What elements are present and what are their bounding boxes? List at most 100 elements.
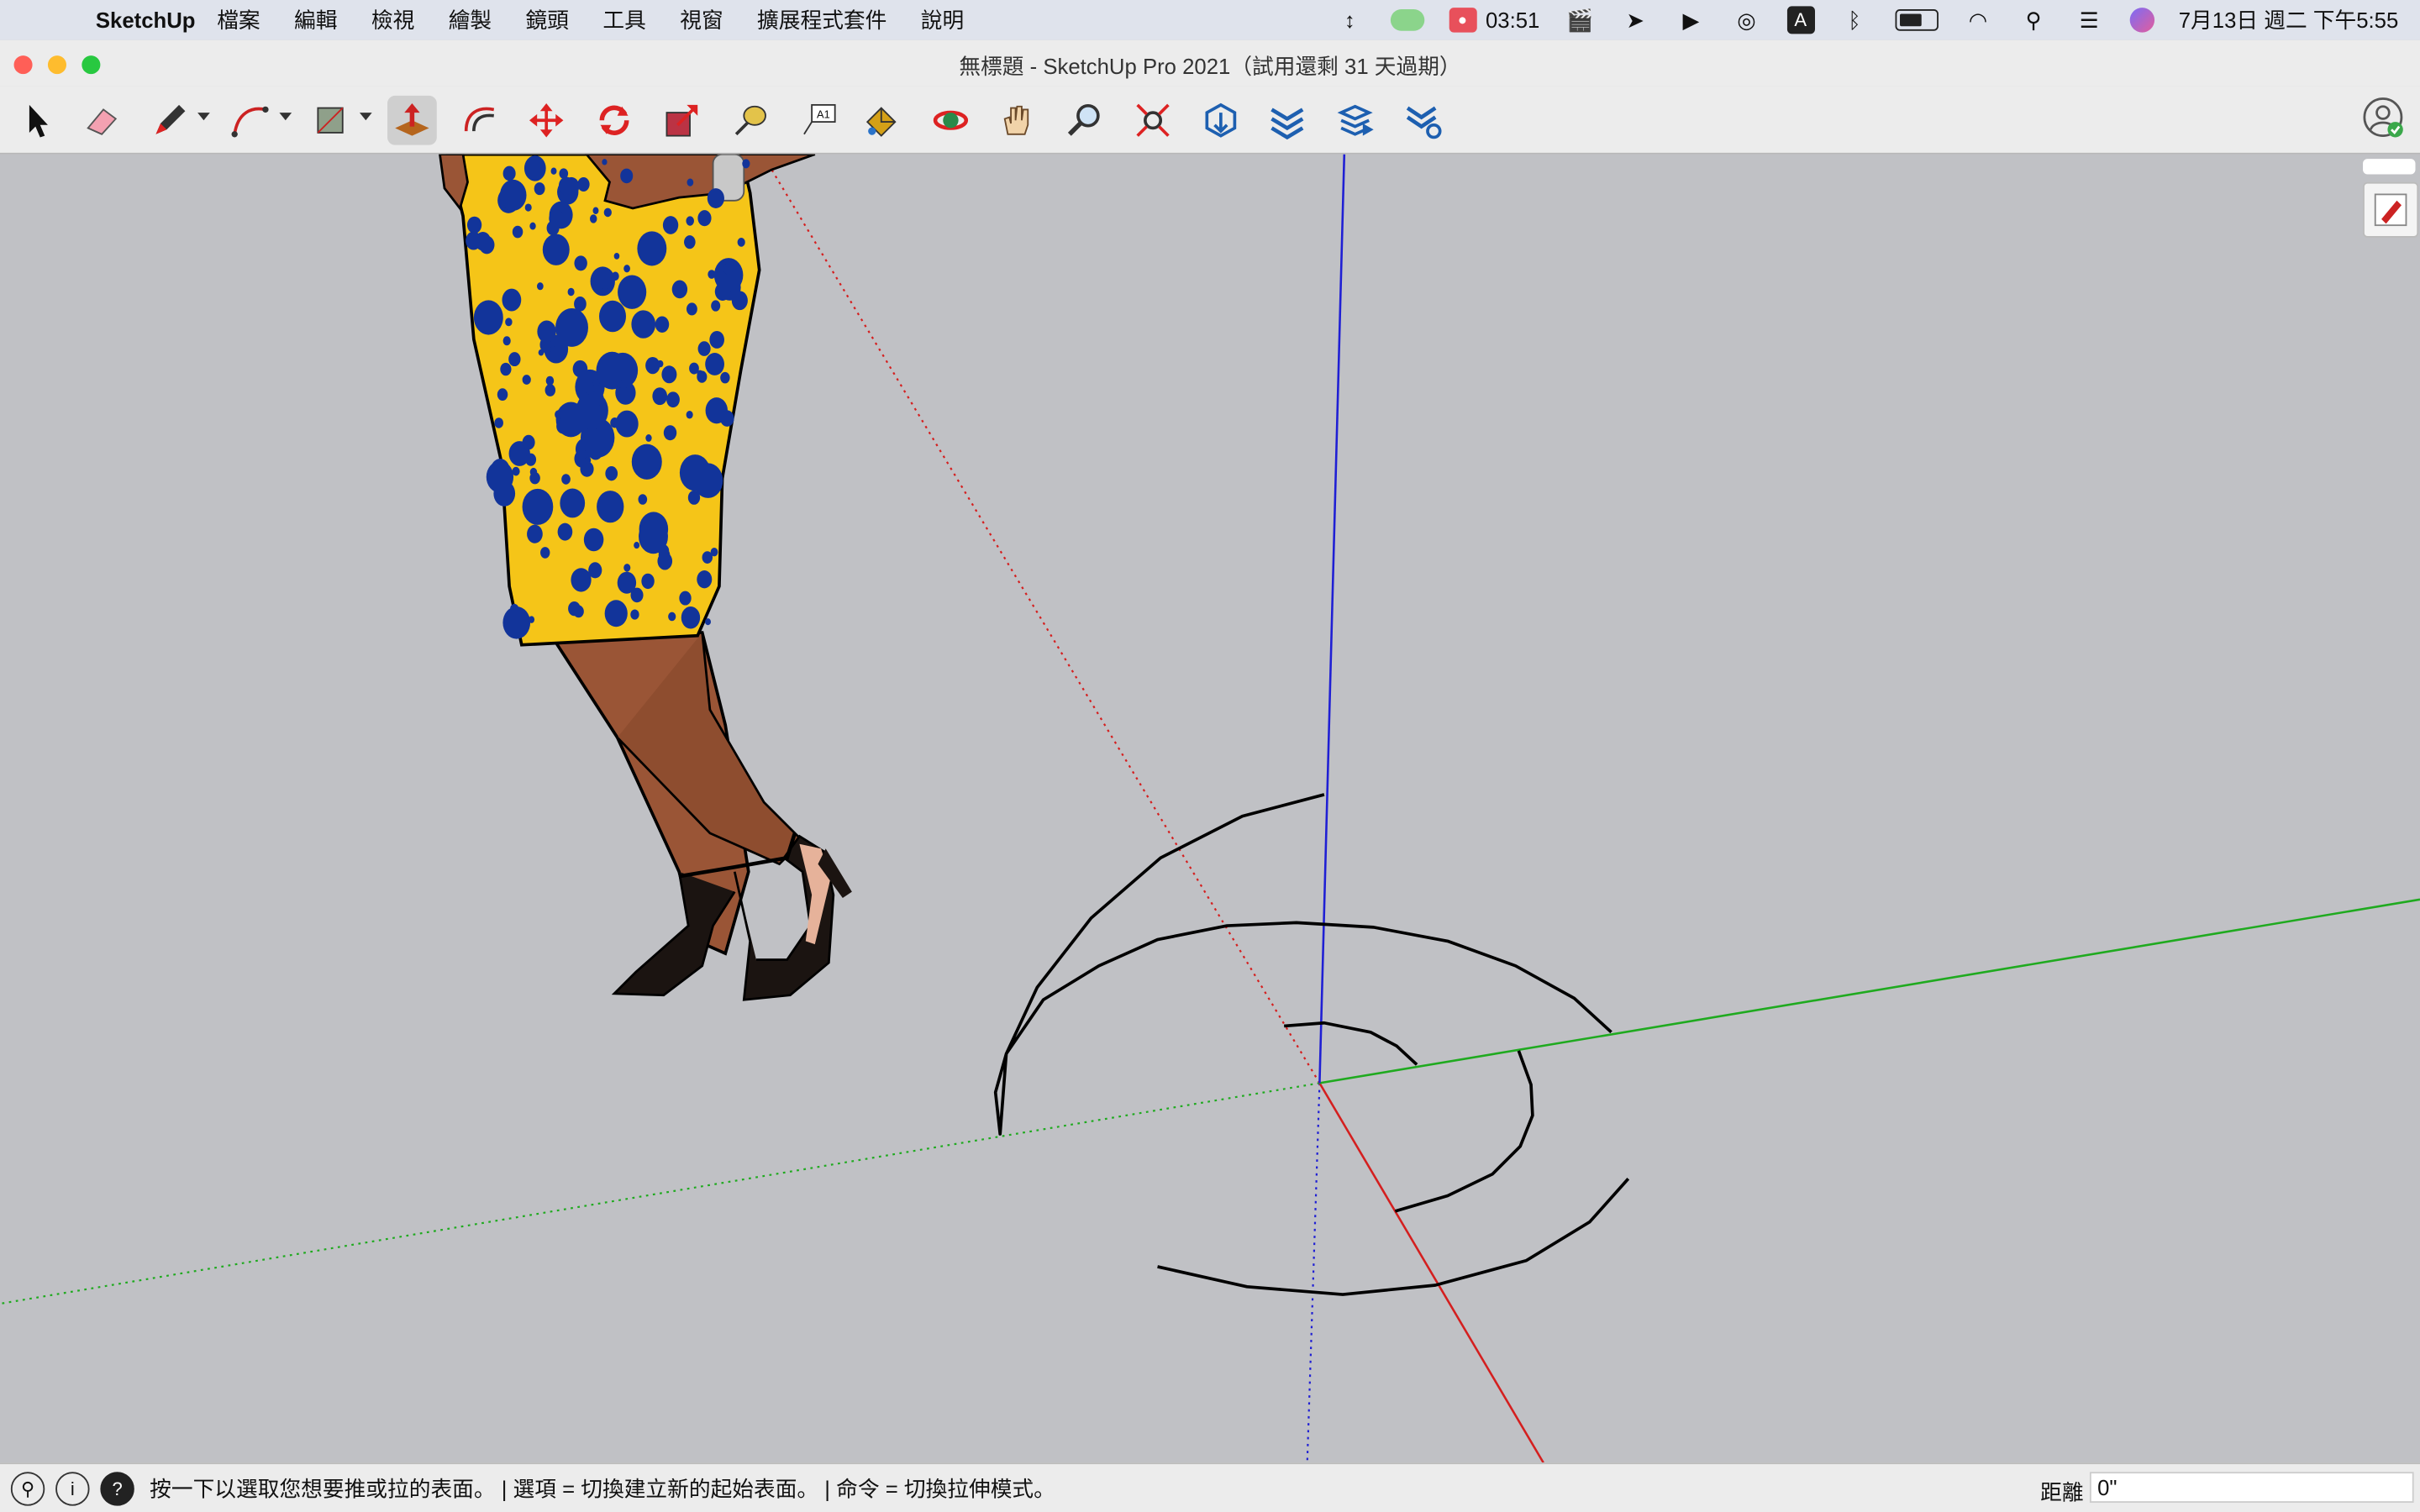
person-figure[interactable] (439, 154, 852, 1001)
menubar-clock[interactable]: 7月13日 週二 下午5:55 (2179, 5, 2399, 36)
select-tool-button[interactable] (13, 96, 62, 145)
instructor-panel-button[interactable] (2363, 181, 2419, 238)
paint-bucket-tool-button[interactable] (856, 96, 906, 145)
arrow-icon (29, 104, 48, 138)
eraser-tool-button[interactable] (77, 96, 127, 145)
bluetooth-icon[interactable]: ᛒ (1839, 8, 1870, 32)
app-menu[interactable]: SketchUp (96, 8, 196, 32)
offset-tool-button[interactable] (455, 96, 505, 145)
skirt-dot (558, 176, 575, 196)
extension-gear-icon (1406, 106, 1442, 139)
skirt-dot (522, 488, 554, 525)
send-to-layout-tool-button[interactable] (1332, 96, 1381, 145)
account-button[interactable] (2361, 96, 2404, 139)
skirt-dot (556, 418, 570, 434)
skirt-dot (524, 203, 532, 212)
clapper-icon[interactable]: 🎬 (1565, 7, 1596, 32)
skirt-dot (645, 434, 652, 442)
airdrop-icon[interactable]: ◎ (1731, 7, 1762, 32)
extension-manager-tool-button[interactable] (1398, 96, 1448, 145)
window-titlebar: 無標題 - SketchUp Pro 2021（試用還剩 31 天過期） (0, 39, 2420, 87)
skirt-dot (663, 425, 677, 441)
rectangle-tool-button[interactable] (306, 96, 355, 145)
skirt-dot (529, 467, 538, 476)
credits-info-icon[interactable]: i (55, 1472, 90, 1506)
skirt-dot (705, 353, 724, 375)
text-tool-label: A1 (817, 108, 830, 121)
skirt-dot (613, 253, 620, 260)
zoom-extents-tool-button[interactable] (1128, 96, 1178, 145)
spiral-outer-curve[interactable] (1157, 1178, 1630, 1296)
skirt-dot (537, 320, 556, 343)
menu-draw[interactable]: 繪製 (449, 5, 492, 36)
menu-help[interactable]: 說明 (921, 5, 964, 36)
skirt-dot (686, 410, 693, 419)
skirt-dot (584, 456, 592, 465)
skirt-dot (603, 207, 612, 218)
skirt-dot (630, 587, 644, 603)
warehouse-icon (1205, 102, 1237, 138)
menu-extensions[interactable]: 擴展程式套件 (757, 5, 886, 36)
menu-file[interactable]: 檔案 (217, 5, 260, 36)
spotlight-search-icon[interactable]: ⚲ (2018, 7, 2049, 32)
rotate-tool-button[interactable] (590, 96, 639, 145)
skirt-dot (687, 178, 694, 186)
siri-icon[interactable] (2128, 8, 2154, 33)
extension-icon (1270, 108, 1304, 140)
scene-canvas[interactable] (0, 154, 2420, 1463)
skirt-dot (588, 562, 602, 579)
modeling-viewport[interactable] (0, 154, 2420, 1463)
warehouse-tool-button[interactable] (1196, 96, 1245, 145)
push-pull-tool-button[interactable] (387, 95, 437, 145)
skirt-dot (631, 310, 656, 339)
flight-icon[interactable]: ➤ (1620, 7, 1651, 32)
line-tool-dropdown-icon[interactable] (197, 113, 210, 121)
pan-tool-button[interactable] (992, 96, 1042, 145)
line-tool-button[interactable] (145, 96, 195, 145)
zoom-tool-button[interactable] (1060, 96, 1110, 145)
skirt-dot (590, 214, 597, 223)
spiral-mid-curve[interactable] (1394, 1050, 1534, 1213)
measurements-input[interactable]: 0" (2089, 1472, 2414, 1503)
arc-icon (231, 106, 269, 138)
tray-toggle[interactable] (2363, 159, 2416, 175)
spiral-curve[interactable] (993, 793, 1612, 1136)
skirt-dot (608, 352, 639, 389)
offset-icon (464, 107, 495, 132)
scale-tool-button[interactable] (657, 96, 707, 145)
instructor-icon (2374, 193, 2407, 227)
control-center-icon[interactable]: ☰ (2074, 7, 2105, 32)
skirt-dot (616, 380, 623, 388)
timer-status[interactable]: ● 03:51 (1448, 8, 1539, 33)
move-tool-button[interactable] (522, 96, 571, 145)
user-account-icon (2363, 97, 2403, 138)
skirt-dot (466, 231, 481, 250)
menu-view[interactable]: 檢視 (371, 5, 414, 36)
input-source-icon[interactable]: A (1786, 6, 1815, 34)
help-icon[interactable]: ? (100, 1472, 134, 1506)
geolocation-icon[interactable]: ⚲ (10, 1472, 45, 1506)
resize-arrows-icon[interactable]: ↕ (1334, 8, 1365, 32)
rectangle-tool-dropdown-icon[interactable] (359, 113, 372, 121)
line-messenger-icon[interactable] (1390, 9, 1424, 31)
arc-tool-button[interactable] (225, 96, 275, 145)
wifi-icon[interactable]: ◠ (1963, 7, 1994, 32)
menu-window[interactable]: 視窗 (680, 5, 723, 36)
menu-camera[interactable]: 鏡頭 (526, 5, 569, 36)
skirt-dot (711, 300, 721, 312)
orbit-tool-button[interactable] (926, 96, 976, 145)
menu-edit[interactable]: 編輯 (294, 5, 337, 36)
play-icon[interactable]: ▶ (1676, 7, 1707, 32)
skirt-dot (637, 231, 667, 266)
arc-tool-dropdown-icon[interactable] (279, 113, 292, 121)
menu-tools[interactable]: 工具 (602, 5, 645, 36)
paint-icon (865, 107, 897, 137)
orbit-icon (933, 110, 969, 130)
skirt-dot (540, 547, 550, 559)
tape-measure-tool-button[interactable] (725, 96, 775, 145)
text-tool-button[interactable]: A1 (793, 96, 843, 145)
battery-icon[interactable] (1894, 9, 1939, 31)
eraser-icon (87, 108, 118, 135)
extension-warehouse-tool-button[interactable] (1262, 96, 1312, 145)
skirt-dot (588, 443, 603, 460)
